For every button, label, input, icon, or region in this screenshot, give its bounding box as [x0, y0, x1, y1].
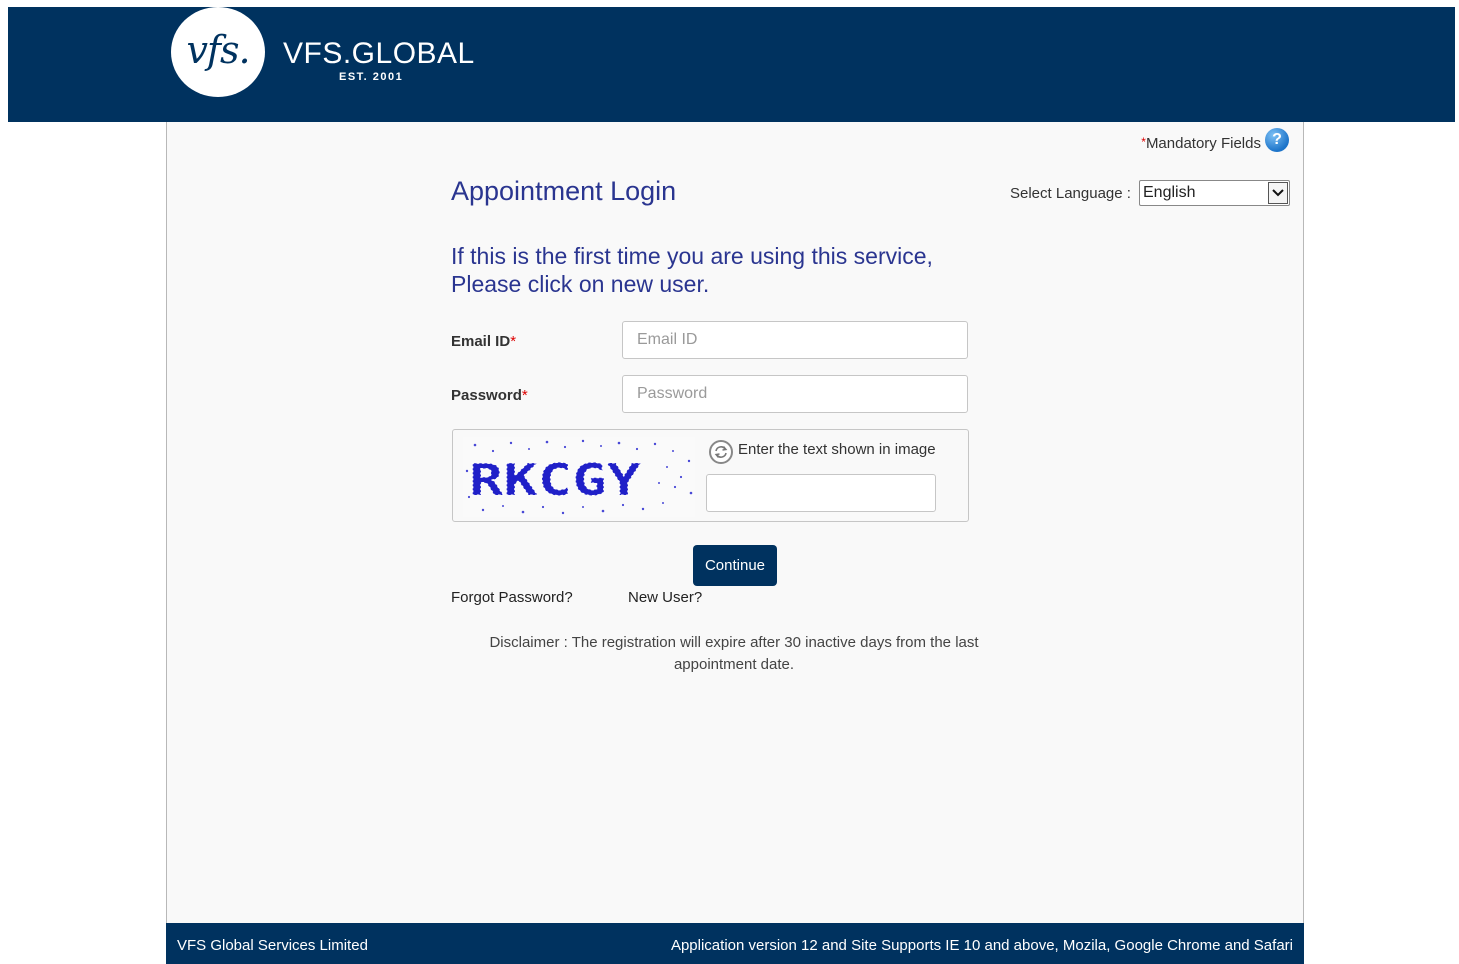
intro-text: If this is the first time you are using … [451, 242, 933, 298]
site-footer: VFS Global Services Limited Application … [166, 923, 1304, 964]
intro-line-1: If this is the first time you are using … [451, 243, 933, 269]
required-asterisk: * [521, 387, 528, 404]
captcha-box: RKCGY Enter the text shown in image [452, 429, 969, 522]
logo-mark: vfs. [186, 28, 250, 72]
login-panel: *Mandatory Fields ? Appointment Login Se… [166, 122, 1304, 923]
required-asterisk: * [510, 333, 517, 350]
intro-line-2: Please click on new user. [451, 271, 710, 297]
vfs-logo[interactable]: vfs. [171, 7, 265, 97]
language-label: Select Language : [1010, 185, 1131, 202]
mandatory-fields-note: *Mandatory Fields [1141, 135, 1261, 152]
page-title: Appointment Login [451, 176, 677, 206]
captcha-input[interactable] [706, 474, 936, 512]
language-selected-value: English [1143, 184, 1196, 201]
password-label-text: Password [451, 387, 522, 404]
refresh-icon[interactable] [709, 440, 733, 464]
continue-button[interactable]: Continue [693, 545, 777, 586]
email-label: Email ID* [451, 333, 516, 350]
brand-established: EST. 2001 [339, 71, 404, 83]
language-select[interactable]: English [1139, 180, 1290, 206]
password-label: Password* [451, 387, 528, 404]
site-header: vfs. VFS.GLOBAL EST. 2001 [8, 7, 1455, 122]
question-mark-icon[interactable]: ? [1265, 128, 1289, 152]
footer-support-info: Application version 12 and Site Supports… [670, 937, 1293, 954]
disclaimer-text: Disclaimer : The registration will expir… [489, 634, 979, 673]
email-field[interactable] [622, 321, 968, 359]
footer-company: VFS Global Services Limited [177, 937, 368, 954]
email-label-text: Email ID [451, 333, 511, 350]
forgot-password-link[interactable]: Forgot Password? [451, 589, 573, 606]
captcha-text: RKCGY [469, 455, 642, 506]
captcha-prompt: Enter the text shown in image [738, 441, 936, 458]
password-field[interactable] [622, 375, 968, 413]
new-user-link[interactable]: New User? [628, 589, 702, 606]
captcha-image: RKCGY [463, 437, 695, 517]
brand-name: VFS.GLOBAL [283, 37, 475, 70]
mandatory-fields-label: Mandatory Fields [1145, 135, 1261, 152]
chevron-down-icon[interactable] [1268, 182, 1288, 204]
